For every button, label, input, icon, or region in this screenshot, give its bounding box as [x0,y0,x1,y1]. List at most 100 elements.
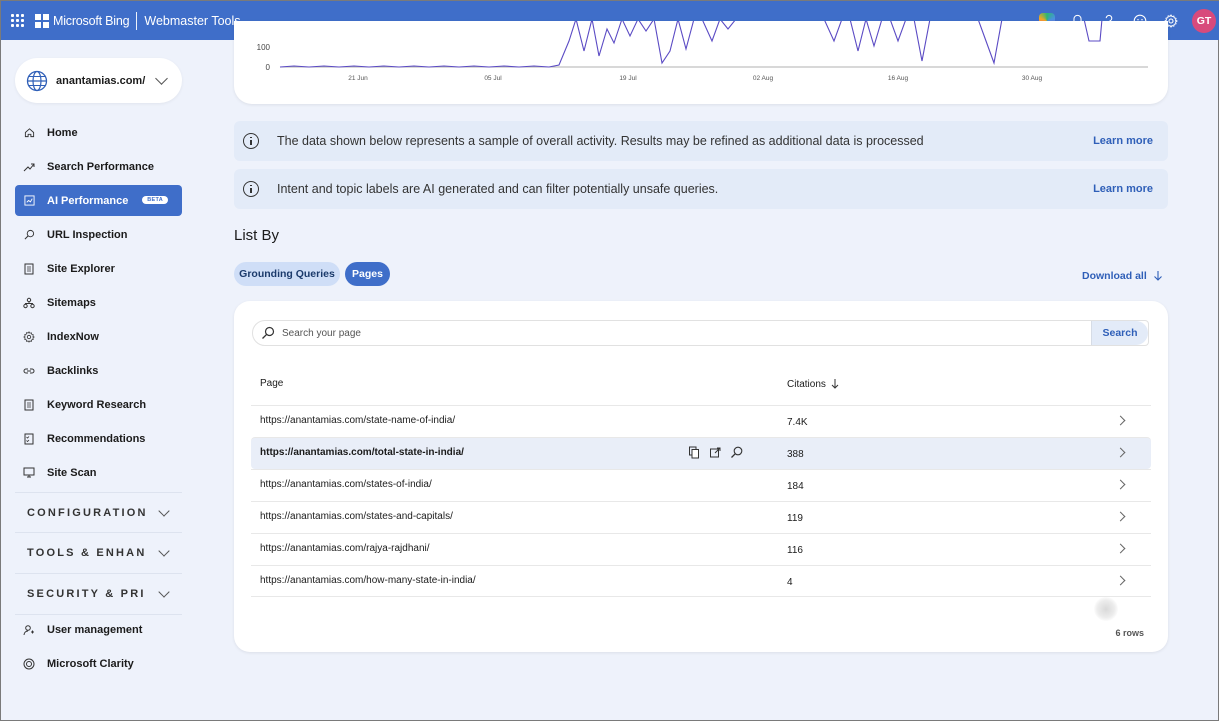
list-by-heading: List By [234,227,280,244]
brand-name[interactable]: Microsoft Bing [53,14,130,28]
search-input[interactable] [282,327,1042,339]
table-row[interactable]: https://anantamias.com/how-many-state-in… [251,565,1151,597]
sort-descending-icon [831,379,839,389]
page-url: https://anantamias.com/how-many-state-in… [260,575,476,586]
link-icon [23,365,35,377]
sidebar-item-ai-performance[interactable]: AI Performance BETA [15,185,182,216]
learn-more-link[interactable]: Learn more [1093,183,1153,195]
chevron-right-icon[interactable] [1115,511,1126,522]
section-label: SECURITY & PRIVACY [27,587,145,600]
citations-value: 119 [787,513,803,524]
x-tick-label: 05 Jul [484,75,502,82]
site-picker[interactable]: anantamias.com/ [15,58,182,103]
y-tick-label: 100 [257,43,271,52]
sidebar-item-label: Microsoft Clarity [47,657,134,670]
x-tick-label: 19 Jul [619,75,637,82]
chevron-right-icon[interactable] [1115,447,1126,458]
sidebar-item-label: Backlinks [47,364,99,377]
product-name[interactable]: Webmaster Tools [144,14,240,28]
row-actions [688,446,743,459]
page-url: https://anantamias.com/total-state-in-in… [260,447,464,458]
table-row[interactable]: https://anantamias.com/rajya-rajdhani/ 1… [251,533,1151,565]
notice-text: The data shown below represents a sample… [277,134,924,148]
sidebar-item-label: Home [47,126,78,139]
search-button[interactable]: Search [1091,321,1148,345]
avatar[interactable]: GT [1192,8,1216,33]
mouse-cursor [1094,597,1118,621]
sidebar-item-user-management[interactable]: User management [15,614,182,645]
info-icon [243,181,259,197]
column-header-citations[interactable]: Citations [787,378,840,390]
section-configuration[interactable]: CONFIGURATION [15,492,182,532]
sidebar-item-sitemaps[interactable]: Sitemaps [15,287,182,318]
tab-grounding-queries[interactable]: Grounding Queries [234,262,340,286]
chevron-right-icon[interactable] [1115,415,1126,426]
ai-chart-icon [23,195,35,207]
section-label: TOOLS & ENHANCEMENTS [27,546,145,559]
app-launcher-icon[interactable] [11,13,25,28]
table-row[interactable]: https://anantamias.com/states-of-india/ … [251,469,1151,501]
ai-labels-notice: Intent and topic labels are AI generated… [234,169,1168,209]
sidebar-item-home[interactable]: Home [15,117,182,148]
document-icon [23,399,35,411]
scan-icon [23,467,35,479]
open-external-icon[interactable] [709,446,721,459]
x-tick-label: 02 Aug [753,75,774,82]
table-row[interactable]: https://anantamias.com/state-name-of-ind… [251,405,1151,437]
page-search-box: Search [252,320,1149,346]
citations-value: 116 [787,545,803,556]
sidebar-item-microsoft-clarity[interactable]: Microsoft Clarity [15,648,182,679]
y-tick-label: 0 [266,63,271,72]
sidebar-item-label: Site Explorer [47,262,115,275]
checklist-icon [23,433,35,445]
section-tools-enhancements[interactable]: TOOLS & ENHANCEMENTS [15,532,182,572]
chevron-right-icon[interactable] [1115,479,1126,490]
sidebar-item-label: Sitemaps [47,296,96,309]
x-tick-label: 21 Jun [348,75,368,82]
sidebar-item-backlinks[interactable]: Backlinks [15,355,182,386]
learn-more-link[interactable]: Learn more [1093,135,1153,147]
brand-divider [136,11,138,30]
sidebar-item-search-performance[interactable]: Search Performance [15,151,182,182]
table-row[interactable]: https://anantamias.com/total-state-in-in… [251,437,1151,469]
page-url: https://anantamias.com/rajya-rajdhani/ [260,543,430,554]
column-header-page[interactable]: Page [260,378,283,389]
sidebar-item-label: IndexNow [47,330,99,343]
sidebar-item-indexnow[interactable]: IndexNow [15,321,182,352]
sidebar-item-site-scan[interactable]: Site Scan [15,457,182,488]
download-all-button[interactable]: Download all [1082,270,1163,282]
citations-value: 4 [787,577,793,588]
sidebar-item-keyword-research[interactable]: Keyword Research [15,389,182,420]
x-tick-label: 16 Aug [888,75,909,82]
copy-icon[interactable] [688,446,700,459]
trend-chart-svg: 100 0 21 Jun 05 Jul 19 Jul 02 Aug 16 Aug… [257,21,1148,82]
clarity-icon [23,658,35,670]
sitemap-icon [23,297,35,309]
sample-data-notice: The data shown below represents a sample… [234,121,1168,161]
sidebar-item-site-explorer[interactable]: Site Explorer [15,253,182,284]
chevron-down-icon [158,586,170,598]
sidebar-item-recommendations[interactable]: Recommendations [15,423,182,454]
page-url: https://anantamias.com/states-and-capita… [260,511,453,522]
trend-icon [23,161,35,173]
sidebar-item-label: Keyword Research [47,398,147,411]
chevron-right-icon[interactable] [1115,543,1126,554]
tab-pages[interactable]: Pages [345,262,390,286]
page-url: https://anantamias.com/states-of-india/ [260,479,432,490]
site-name: anantamias.com/ [56,74,146,87]
section-security-privacy[interactable]: SECURITY & PRIVACY [15,573,182,613]
inspect-url-icon[interactable] [730,446,743,459]
sidebar-item-url-inspection[interactable]: URL Inspection [15,219,182,250]
trend-line [279,21,1103,68]
chevron-down-icon[interactable] [155,72,168,85]
table-row[interactable]: https://anantamias.com/states-and-capita… [251,501,1151,533]
microsoft-logo-icon [35,13,49,28]
search-icon [23,229,35,241]
sidebar-item-label: Search Performance [47,160,154,173]
document-icon [23,263,35,275]
search-icon [262,326,275,339]
chevron-down-icon [158,545,170,557]
sidebar-item-label: AI Performance [47,194,129,207]
user-icon [23,624,35,636]
chevron-right-icon[interactable] [1115,575,1126,586]
